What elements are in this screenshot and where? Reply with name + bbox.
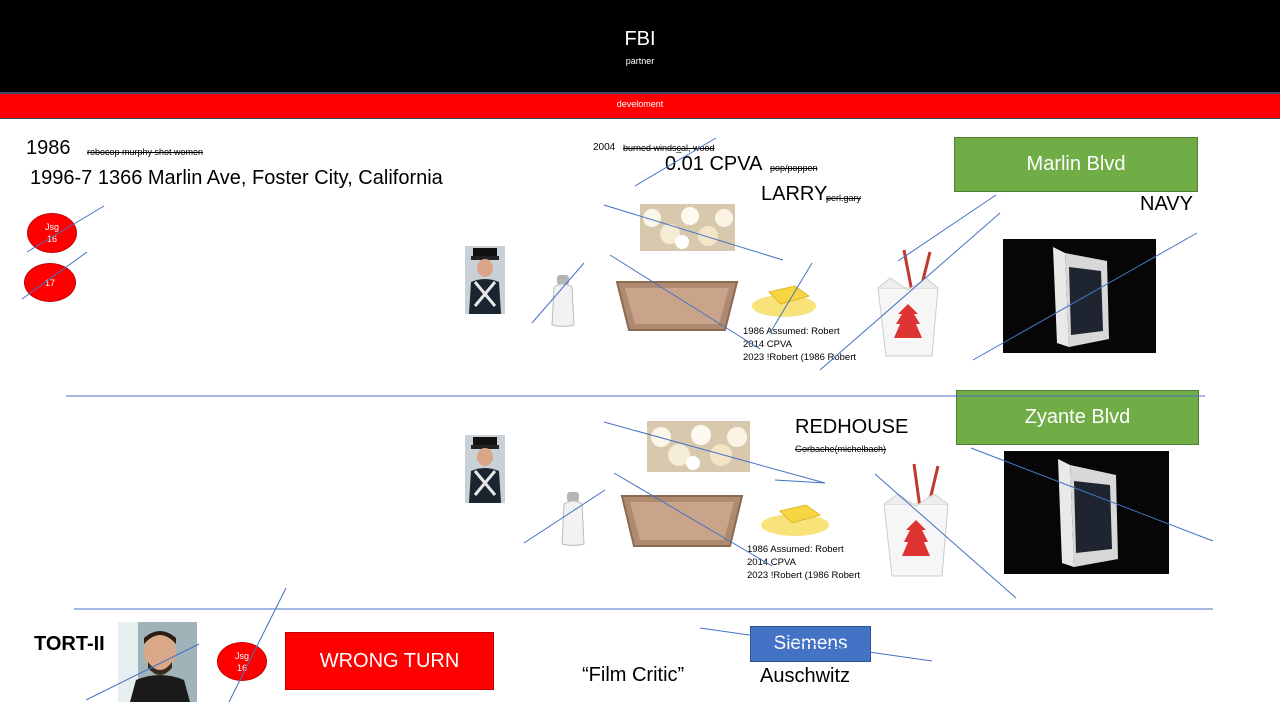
connector-line [603, 421, 826, 484]
connector-line [609, 254, 761, 350]
connector-line [523, 489, 606, 544]
connector-line [897, 194, 997, 262]
connector-line [531, 262, 585, 324]
connector-line [972, 232, 1198, 361]
connector-line [970, 447, 1214, 542]
connector-line [819, 212, 1001, 371]
connector-line [699, 627, 933, 662]
connector-line [603, 204, 784, 261]
connector-line [26, 205, 105, 253]
connector-line [769, 262, 813, 334]
connector-lines [21, 137, 1214, 703]
connector-line [21, 251, 88, 300]
connector-line [613, 472, 773, 567]
connector-line [228, 587, 287, 703]
connector-line [874, 473, 1017, 599]
connector-line [634, 137, 717, 187]
connector-line [85, 643, 200, 701]
